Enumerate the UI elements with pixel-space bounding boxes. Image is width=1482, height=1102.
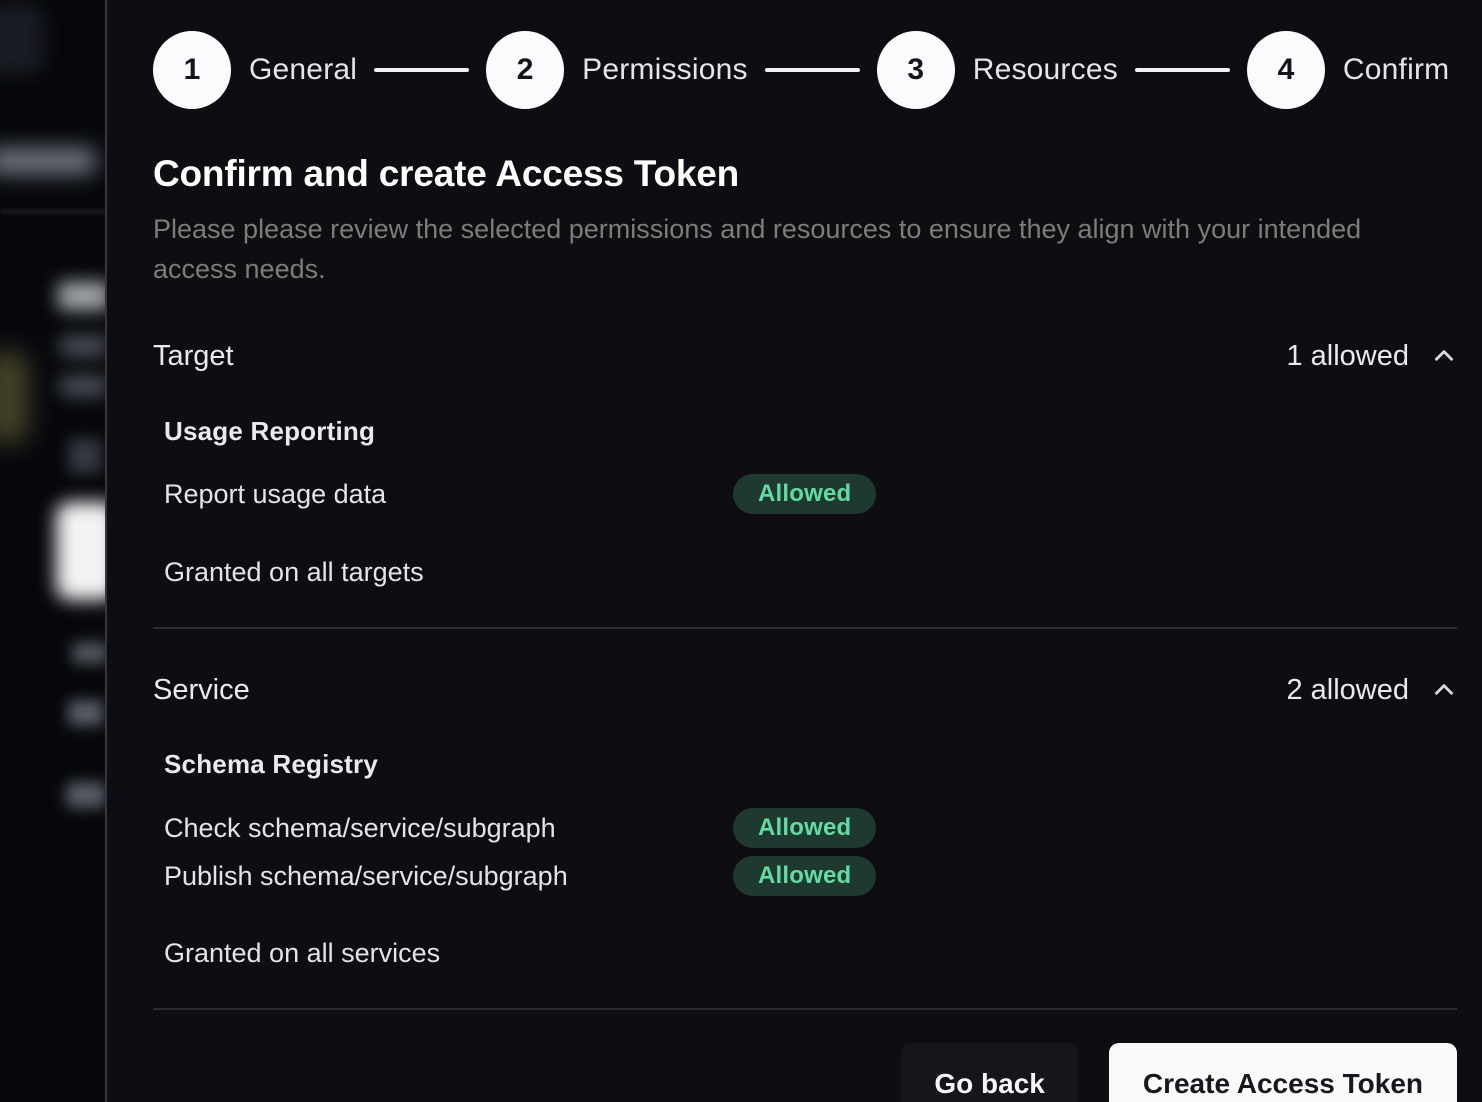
screen: 1 General 2 Permissions 3 Resources 4 Co… bbox=[0, 0, 1482, 1102]
blurred-text-item bbox=[66, 782, 106, 808]
status-badge: Allowed bbox=[733, 474, 876, 514]
blurred-text-item bbox=[68, 700, 104, 726]
page-title: Confirm and create Access Token bbox=[153, 153, 1457, 195]
go-back-button[interactable]: Go back bbox=[901, 1043, 1077, 1102]
blurred-text-item bbox=[58, 282, 107, 310]
service-section-header: Service 2 allowed bbox=[153, 670, 1457, 710]
blurred-text-item bbox=[72, 642, 107, 664]
permission-row: Check schema/service/subgraph Allowed bbox=[164, 808, 1457, 848]
step-number-badge: 2 bbox=[486, 31, 564, 109]
step-label: Confirm bbox=[1343, 53, 1449, 87]
chevron-up-icon bbox=[1431, 677, 1457, 703]
permission-group-schema-registry: Schema Registry Check schema/service/sub… bbox=[164, 749, 1457, 896]
group-name: Usage Reporting bbox=[164, 416, 1457, 447]
section-title-target: Target bbox=[153, 340, 234, 373]
group-name: Schema Registry bbox=[164, 749, 1457, 780]
status-badge: Allowed bbox=[733, 808, 876, 848]
permission-row: Report usage data Allowed bbox=[164, 474, 1457, 514]
step-connector bbox=[374, 68, 469, 72]
blurred-text-item bbox=[60, 336, 107, 356]
step-confirm[interactable]: 4 Confirm bbox=[1247, 31, 1449, 109]
target-section-header: Target 1 allowed bbox=[153, 336, 1457, 376]
permission-row: Publish schema/service/subgraph Allowed bbox=[164, 856, 1457, 896]
permission-label: Report usage data bbox=[164, 479, 733, 510]
blurred-app-logo bbox=[0, 4, 44, 74]
page-subtitle: Please please review the selected permis… bbox=[153, 209, 1405, 289]
granted-note-targets: Granted on all targets bbox=[164, 557, 1457, 588]
step-number-badge: 3 bbox=[877, 31, 955, 109]
step-label: General bbox=[249, 53, 357, 87]
status-badge: Allowed bbox=[733, 856, 876, 896]
step-label: Resources bbox=[973, 53, 1118, 87]
step-general[interactable]: 1 General bbox=[153, 31, 357, 109]
permission-group-usage-reporting: Usage Reporting Report usage data Allowe… bbox=[164, 416, 1457, 514]
permission-label: Publish schema/service/subgraph bbox=[164, 861, 733, 892]
section-divider bbox=[153, 627, 1457, 629]
granted-note-services: Granted on all services bbox=[164, 938, 1457, 969]
allowed-count: 2 allowed bbox=[1286, 674, 1409, 707]
step-permissions[interactable]: 2 Permissions bbox=[486, 31, 748, 109]
create-access-token-wizard: 1 General 2 Permissions 3 Resources 4 Co… bbox=[105, 0, 1482, 1102]
background-page-blurred bbox=[0, 0, 107, 1102]
create-access-token-button[interactable]: Create Access Token bbox=[1109, 1043, 1457, 1102]
chevron-up-icon bbox=[1431, 343, 1457, 369]
step-number-badge: 1 bbox=[153, 31, 231, 109]
step-connector bbox=[765, 68, 860, 72]
step-label: Permissions bbox=[582, 53, 748, 87]
service-section-toggle[interactable]: 2 allowed bbox=[1286, 674, 1457, 707]
blurred-text-item bbox=[60, 376, 107, 396]
blurred-nav-item bbox=[0, 148, 96, 174]
target-section-toggle[interactable]: 1 allowed bbox=[1286, 340, 1457, 373]
section-title-service: Service bbox=[153, 674, 250, 707]
blurred-card bbox=[56, 502, 107, 600]
step-connector bbox=[1135, 68, 1230, 72]
blurred-accent-item bbox=[0, 352, 28, 442]
footer-divider bbox=[153, 1008, 1457, 1010]
allowed-count: 1 allowed bbox=[1286, 340, 1409, 373]
blurred-divider bbox=[0, 210, 107, 213]
wizard-footer: Go back Create Access Token bbox=[153, 1043, 1457, 1102]
step-number-badge: 4 bbox=[1247, 31, 1325, 109]
blurred-icon bbox=[68, 438, 102, 474]
permission-label: Check schema/service/subgraph bbox=[164, 813, 733, 844]
step-resources[interactable]: 3 Resources bbox=[877, 31, 1118, 109]
wizard-stepper: 1 General 2 Permissions 3 Resources 4 Co… bbox=[153, 31, 1457, 109]
